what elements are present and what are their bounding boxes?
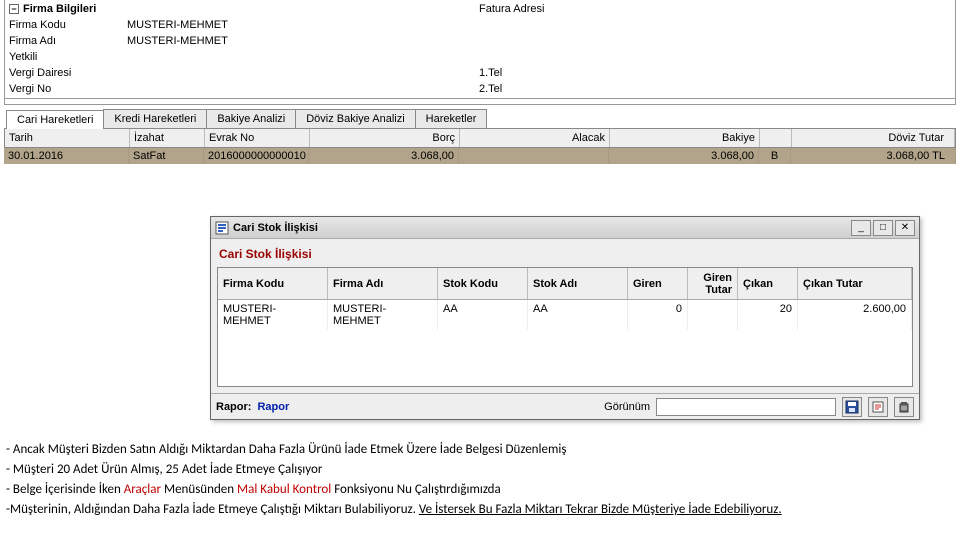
window-titlebar[interactable]: Cari Stok İlişkisi _ □ ✕ — [211, 217, 919, 239]
tab-cari-hareketleri[interactable]: Cari Hareketleri — [6, 110, 104, 129]
col-cikan: Çıkan — [738, 268, 798, 299]
gorunum-input[interactable] — [656, 398, 836, 416]
label-firma-adi: Firma Adı — [9, 35, 127, 47]
value-firma-adi[interactable]: MUSTERI-MEHMET — [127, 35, 471, 47]
label-tel2: 2.Tel — [479, 83, 569, 95]
col-bakiye: Bakiye — [610, 129, 760, 147]
tab-doviz-bakiye-analizi[interactable]: Döviz Bakiye Analizi — [295, 109, 415, 128]
col-izahat: İzahat — [130, 129, 205, 147]
app-icon — [215, 221, 229, 235]
collapse-icon[interactable]: − — [9, 4, 19, 14]
minimize-button[interactable]: _ — [851, 220, 871, 236]
section-header: −Firma Bilgileri — [5, 1, 475, 17]
movements-row[interactable]: 30.01.2016 SatFat 2016000000000010 3.068… — [4, 148, 956, 164]
value-rapor[interactable]: Rapor — [257, 401, 289, 413]
close-button[interactable]: ✕ — [895, 220, 915, 236]
label-gorunum: Görünüm — [604, 401, 650, 413]
tab-bakiye-analizi[interactable]: Bakiye Analizi — [206, 109, 296, 128]
cell-giren-tutar — [688, 300, 738, 330]
para-4: -Müşterinin, Aldığından Daha Fazla İade … — [6, 500, 954, 519]
cell-stok-adi: AA — [528, 300, 628, 330]
inner-subtitle: Cari Stok İlişkisi — [217, 245, 913, 267]
cell-borc: 3.068,00 — [309, 148, 459, 164]
cell-izahat: SatFat — [129, 148, 204, 164]
col-firma-adi: Firma Adı — [328, 268, 438, 299]
cell-cikan: 20 — [738, 300, 798, 330]
firma-bilgileri-panel: −Firma Bilgileri Firma KoduMUSTERI-MEHME… — [4, 0, 956, 99]
cell-doviz: 3.068,00 TL — [791, 148, 956, 164]
cell-evrak: 2016000000000010 — [204, 148, 309, 164]
cell-firma-kodu: MUSTERI-MEHMET — [218, 300, 328, 330]
label-firma-kodu: Firma Kodu — [9, 19, 127, 31]
label-fatura-adresi: Fatura Adresi — [479, 3, 569, 15]
para-3: - Belge İçerisinde İken Araçlar Menüsünd… — [6, 480, 954, 499]
description-text: - Ancak Müşteri Bizden Satın Aldığı Mikt… — [6, 440, 954, 520]
window-title: Cari Stok İlişkisi — [233, 222, 851, 234]
movements-grid-header: Tarih İzahat Evrak No Borç Alacak Bakiye… — [4, 129, 956, 148]
para-1: - Ancak Müşteri Bizden Satın Aldığı Mikt… — [6, 440, 954, 459]
col-alacak: Alacak — [460, 129, 610, 147]
save-view-button[interactable] — [842, 397, 862, 417]
separator-strip — [4, 99, 956, 105]
col-stok-kodu: Stok Kodu — [438, 268, 528, 299]
col-borc: Borç — [310, 129, 460, 147]
col-doviz: Döviz Tutar — [792, 129, 955, 147]
label-vergi-no: Vergi No — [9, 83, 127, 95]
cell-bakiye: 3.068,00 — [609, 148, 759, 164]
cari-stok-window: Cari Stok İlişkisi _ □ ✕ Cari Stok İlişk… — [210, 216, 920, 420]
value-firma-kodu[interactable]: MUSTERI-MEHMET — [127, 19, 471, 31]
tab-kredi-hareketleri[interactable]: Kredi Hareketleri — [103, 109, 207, 128]
col-giren-tutar: Giren Tutar — [688, 268, 738, 299]
tab-hareketler[interactable]: Hareketler — [415, 109, 488, 128]
cell-bchar: B — [759, 148, 791, 164]
cari-stok-grid[interactable]: Firma Kodu Firma Adı Stok Kodu Stok Adı … — [217, 267, 913, 387]
cell-alacak — [459, 148, 609, 164]
col-stok-adi: Stok Adı — [528, 268, 628, 299]
label-yetkili: Yetkili — [9, 51, 127, 63]
inner-footer: Rapor: Rapor Görünüm — [211, 393, 919, 419]
export-button[interactable] — [868, 397, 888, 417]
col-spacer — [760, 129, 792, 147]
col-tarih: Tarih — [5, 129, 130, 147]
cell-firma-adi: MUSTERI-MEHMET — [328, 300, 438, 330]
para-2: - Müşteri 20 Adet Ürün Almış, 25 Adet İa… — [6, 460, 954, 479]
maximize-button[interactable]: □ — [873, 220, 893, 236]
col-giren: Giren — [628, 268, 688, 299]
stok-row[interactable]: MUSTERI-MEHMET MUSTERI-MEHMET AA AA 0 20… — [218, 300, 912, 330]
col-firma-kodu: Firma Kodu — [218, 268, 328, 299]
label-rapor: Rapor: — [216, 401, 251, 413]
label-tel1: 1.Tel — [479, 67, 569, 79]
tabstrip: Cari Hareketleri Kredi Hareketleri Bakiy… — [4, 107, 956, 129]
cell-stok-kodu: AA — [438, 300, 528, 330]
delete-button[interactable] — [894, 397, 914, 417]
cell-giren: 0 — [628, 300, 688, 330]
cell-cikan-tutar: 2.600,00 — [798, 300, 912, 330]
cell-tarih: 30.01.2016 — [4, 148, 129, 164]
col-cikan-tutar: Çıkan Tutar — [798, 268, 912, 299]
col-evrak: Evrak No — [205, 129, 310, 147]
label-vergi-dairesi: Vergi Dairesi — [9, 67, 127, 79]
